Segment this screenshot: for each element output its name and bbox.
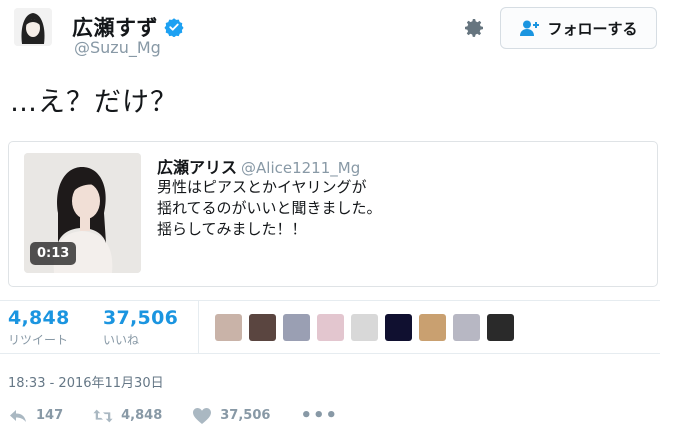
liker-avatar[interactable] bbox=[317, 314, 344, 341]
tweet-text: …え？だけ？ bbox=[10, 87, 178, 118]
tweet-stats: 4,848 リツイート 37,506 いいね bbox=[0, 300, 660, 354]
liker-avatar[interactable] bbox=[215, 314, 242, 341]
follow-button[interactable]: フォローする bbox=[500, 7, 657, 49]
video-thumbnail[interactable]: 0:13 bbox=[24, 153, 141, 273]
tweet-timestamp[interactable]: 18:33 - 2016年11月30日 bbox=[8, 372, 164, 391]
quoted-author[interactable]: 広瀬アリス @Alice1211_Mg bbox=[157, 154, 360, 178]
liker-avatar[interactable] bbox=[453, 314, 480, 341]
stats-divider bbox=[198, 301, 199, 354]
like-button[interactable]: 37,506 bbox=[192, 407, 270, 425]
retweet-stat[interactable]: 4,848 リツイート bbox=[8, 307, 70, 348]
like-stat-count: 37,506 bbox=[103, 307, 179, 329]
liker-avatar[interactable] bbox=[249, 314, 276, 341]
verified-icon bbox=[164, 18, 184, 37]
follow-label: フォローする bbox=[547, 19, 638, 38]
quoted-author-handle[interactable]: @Alice1211_Mg bbox=[241, 159, 360, 177]
reply-button[interactable]: 147 bbox=[8, 407, 63, 425]
quoted-author-name[interactable]: 広瀬アリス bbox=[157, 158, 237, 177]
liker-avatar[interactable] bbox=[283, 314, 310, 341]
quoted-tweet-text: 男性はピアスとかイヤリングが 揺れてるのがいいと聞きました。 揺らしてみました！… bbox=[157, 178, 382, 238]
author-avatar[interactable] bbox=[14, 8, 52, 46]
liker-avatar[interactable] bbox=[351, 314, 378, 341]
retweet-stat-label: リツイート bbox=[8, 333, 69, 347]
retweet-stat-count: 4,848 bbox=[8, 307, 70, 329]
liker-avatar[interactable] bbox=[419, 314, 446, 341]
reply-icon bbox=[10, 409, 26, 422]
retweet-count: 4,848 bbox=[121, 408, 163, 423]
like-stat[interactable]: 37,506 いいね bbox=[103, 307, 178, 348]
author-handle[interactable]: @Suzu_Mg bbox=[74, 38, 161, 57]
liker-avatars bbox=[215, 314, 514, 341]
gear-icon[interactable] bbox=[462, 16, 486, 40]
heart-icon bbox=[193, 407, 212, 424]
retweet-icon bbox=[93, 409, 113, 422]
follow-user-icon bbox=[520, 20, 540, 36]
like-count: 37,506 bbox=[220, 408, 271, 423]
liker-avatar[interactable] bbox=[487, 314, 514, 341]
retweet-button[interactable]: 4,848 bbox=[93, 407, 162, 425]
liker-avatar[interactable] bbox=[385, 314, 412, 341]
tweet-actions: 147 4,848 37,506 ••• bbox=[8, 405, 368, 426]
more-icon[interactable]: ••• bbox=[300, 405, 338, 426]
like-stat-label: いいね bbox=[103, 333, 140, 347]
quoted-tweet-card[interactable]: 0:13 広瀬アリス @Alice1211_Mg 男性はピアスとかイヤリングが 揺… bbox=[8, 141, 658, 287]
reply-count: 147 bbox=[36, 408, 64, 423]
video-duration: 0:13 bbox=[30, 242, 77, 265]
